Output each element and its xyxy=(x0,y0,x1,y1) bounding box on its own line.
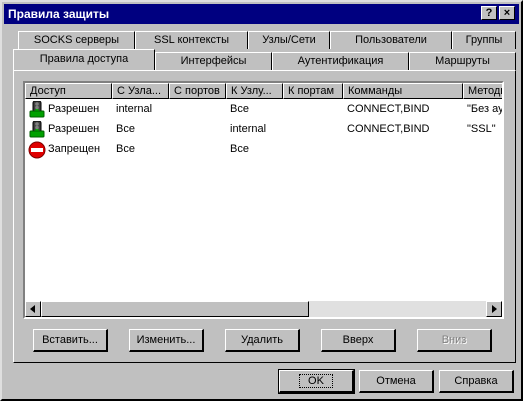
tab-users[interactable]: Пользователи xyxy=(330,31,452,49)
column-header-commands[interactable]: Комманды xyxy=(343,83,463,99)
cell-commands: CONNECT,BIND xyxy=(347,103,430,115)
cancel-button[interactable]: Отмена xyxy=(359,370,434,393)
tab-socks-servers[interactable]: SOCKS серверы xyxy=(18,31,135,49)
cell-access: Разрешен xyxy=(48,103,100,115)
move-up-button[interactable]: Вверх xyxy=(321,329,396,352)
column-header-to-ports[interactable]: К портам xyxy=(283,83,343,99)
cell-from-host: Все xyxy=(116,143,135,155)
help-button[interactable]: Справка xyxy=(439,370,514,393)
cell-to-host: Все xyxy=(230,143,249,155)
cell-access: Запрещен xyxy=(48,143,101,155)
arrow-left-icon xyxy=(30,305,35,313)
cell-commands: CONNECT,BIND xyxy=(347,123,430,135)
ok-button[interactable]: OK xyxy=(278,369,355,394)
tab-interfaces[interactable]: Интерфейсы xyxy=(155,52,272,70)
title-bar[interactable]: Правила защиты ? × xyxy=(4,4,519,24)
move-down-button[interactable]: Вниз xyxy=(417,329,492,352)
arrow-right-icon xyxy=(492,305,497,313)
tab-hosts-networks[interactable]: Узлы/Сети xyxy=(248,31,330,49)
cell-access: Разрешен xyxy=(48,123,100,135)
table-row[interactable]: Разрешен Все internal CONNECT,BIND "SSL" xyxy=(25,120,496,140)
cell-methods: "Без аут xyxy=(467,103,504,115)
scroll-right-button[interactable] xyxy=(486,301,502,317)
cell-to-host: Все xyxy=(230,103,249,115)
tab-ssl-contexts[interactable]: SSL контексты xyxy=(135,31,248,49)
tab-access-rules[interactable]: Правила доступа xyxy=(13,49,155,70)
table-row[interactable]: Запрещен Все Все xyxy=(25,140,495,160)
scroll-left-button[interactable] xyxy=(25,301,41,317)
ok-button-label: OK xyxy=(299,374,333,388)
column-header-methods[interactable]: Методы... xyxy=(463,83,502,99)
traffic-light-icon xyxy=(29,101,45,118)
tab-groups[interactable]: Группы xyxy=(452,31,516,49)
cell-methods: "SSL" xyxy=(467,123,496,135)
rules-list[interactable]: Доступ С Узла... С портов К Узлу... К по… xyxy=(23,81,504,319)
window-title: Правила защиты xyxy=(8,7,110,21)
column-header-from-ports[interactable]: С портов xyxy=(169,83,226,99)
scrollbar-thumb[interactable] xyxy=(41,301,309,317)
insert-button[interactable]: Вставить... xyxy=(33,329,108,352)
table-row[interactable]: Разрешен internal Все CONNECT,BIND "Без … xyxy=(25,100,502,120)
rules-dialog: Правила защиты ? × SOCKS серверы SSL кон… xyxy=(0,0,523,401)
horizontal-scrollbar[interactable] xyxy=(25,301,502,317)
no-entry-icon xyxy=(28,141,46,159)
traffic-light-icon xyxy=(29,121,45,138)
delete-button[interactable]: Удалить xyxy=(225,329,300,352)
access-rules-panel: Доступ С Узла... С портов К Узлу... К по… xyxy=(13,70,516,363)
help-title-button[interactable]: ? xyxy=(481,6,497,20)
cell-from-host: internal xyxy=(116,103,153,115)
column-header-access[interactable]: Доступ xyxy=(25,83,112,99)
tab-routes[interactable]: Маршруты xyxy=(409,52,516,70)
cell-to-host: internal xyxy=(230,123,267,135)
edit-button[interactable]: Изменить... xyxy=(129,329,204,352)
column-header-to-host[interactable]: К Узлу... xyxy=(226,83,283,99)
close-title-button[interactable]: × xyxy=(499,6,515,20)
tab-authentication[interactable]: Аутентификация xyxy=(272,52,409,70)
column-header-from-host[interactable]: С Узла... xyxy=(112,83,169,99)
cell-from-host: Все xyxy=(116,123,135,135)
